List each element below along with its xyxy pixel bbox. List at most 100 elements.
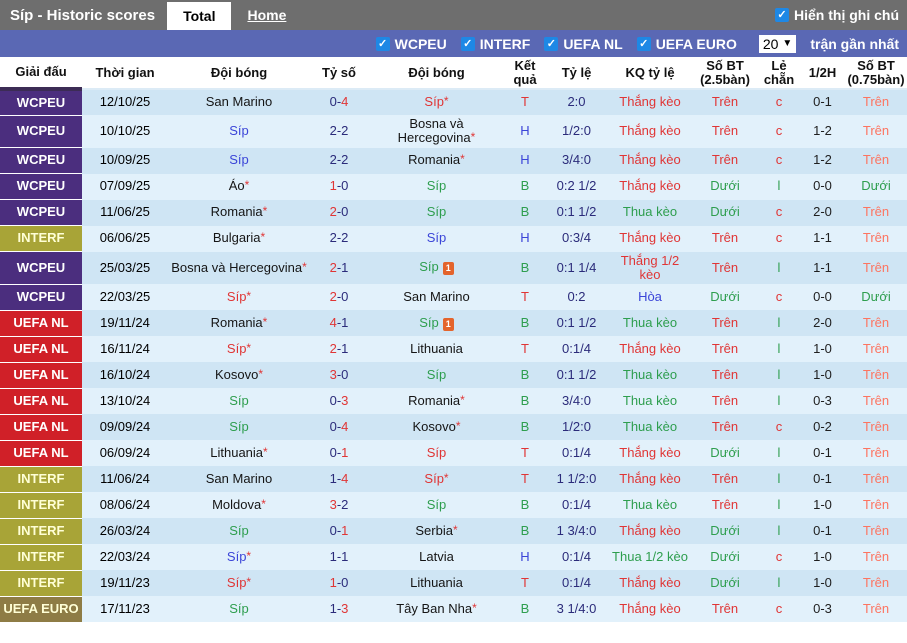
result-cell: B xyxy=(505,200,545,226)
odd-even-cell: l xyxy=(758,466,800,492)
header-half-score[interactable]: 1/2H xyxy=(800,57,845,89)
header-odd-even[interactable]: Lẻ chẵn xyxy=(758,57,800,89)
header-away-team[interactable]: Đội bóng xyxy=(368,57,505,89)
league-cell: UEFA NL xyxy=(0,336,82,362)
score-away: 0 xyxy=(341,178,348,193)
away-team-cell: Síp xyxy=(368,174,505,200)
odd-even-cell: l xyxy=(758,174,800,200)
half-score-cell: 0-0 xyxy=(800,174,845,200)
away-team-cell: Lithuania xyxy=(368,336,505,362)
home-team-cell: Kosovo* xyxy=(168,362,310,388)
result-cell: B xyxy=(505,362,545,388)
goals075-cell: Trên xyxy=(845,414,907,440)
header-result[interactable]: Kết quả xyxy=(505,57,545,89)
home-team-cell: Bosna và Hercegovina* xyxy=(168,252,310,285)
filter-interf[interactable]: ✓ INTERF xyxy=(461,36,531,52)
odd-even-cell: l xyxy=(758,388,800,414)
header-odds-result[interactable]: KQ tỷ lệ xyxy=(608,57,692,89)
score-away: 4 xyxy=(341,419,348,434)
team-name: Kosovo xyxy=(215,367,258,382)
goals075-cell: Trên xyxy=(845,466,907,492)
tab-home[interactable]: Home xyxy=(231,0,302,30)
odds-result-cell: Thua kèo xyxy=(608,362,692,388)
result-cell: B xyxy=(505,596,545,622)
date-cell: 19/11/24 xyxy=(82,310,168,336)
away-team-cell: Síp xyxy=(368,440,505,466)
favorite-asterisk: * xyxy=(245,178,250,192)
team-name: Síp xyxy=(229,601,249,616)
favorite-asterisk: * xyxy=(471,130,476,144)
tab-total[interactable]: Total xyxy=(167,2,231,30)
team-name: Síp xyxy=(227,289,247,304)
goals075-cell: Trên xyxy=(845,310,907,336)
recent-count-select[interactable]: 20 ▼ xyxy=(759,35,796,53)
score-away: 2 xyxy=(341,230,348,245)
score-away: 0 xyxy=(341,204,348,219)
half-score-cell: 1-0 xyxy=(800,336,845,362)
header-home-team[interactable]: Đội bóng xyxy=(168,57,310,89)
home-team-cell: Síp xyxy=(168,518,310,544)
goals075-cell: Trên xyxy=(845,336,907,362)
score-home: 1 xyxy=(330,601,337,616)
page-title: Síp - Historic scores xyxy=(0,0,167,30)
odd-even-cell: l xyxy=(758,362,800,388)
odds-result-cell: Thắng kèo xyxy=(608,466,692,492)
score-cell: 2-1 xyxy=(310,336,368,362)
filter-uefa-euro[interactable]: ✓ UEFA EURO xyxy=(637,36,737,52)
filter-uefa-nl[interactable]: ✓ UEFA NL xyxy=(544,36,622,52)
odd-even-cell: l xyxy=(758,492,800,518)
odd-even-cell: c xyxy=(758,226,800,252)
show-notes-checkbox-icon[interactable]: ✓ xyxy=(775,8,789,22)
favorite-asterisk: * xyxy=(460,393,465,407)
date-cell: 25/03/25 xyxy=(82,252,168,285)
score-home: 4 xyxy=(330,315,337,330)
home-team-cell: San Marino xyxy=(168,89,310,115)
favorite-asterisk: * xyxy=(246,341,251,355)
score-home: 1 xyxy=(330,471,337,486)
table-body: WCPEU 12/10/25 San Marino 0-4 Síp* T 2:0… xyxy=(0,89,907,622)
filter-label: UEFA NL xyxy=(563,36,622,52)
historic-scores-table: Giải đấu Thời gian Đội bóng Tỷ số Đội bó… xyxy=(0,57,907,623)
header-goals-25[interactable]: Số BT (2.5bàn) xyxy=(692,57,758,89)
team-name: Síp xyxy=(229,523,249,538)
home-team-cell: Áo* xyxy=(168,174,310,200)
header-date[interactable]: Thời gian xyxy=(82,57,168,89)
result-cell: H xyxy=(505,148,545,174)
filter-wcpeu[interactable]: ✓ WCPEU xyxy=(376,36,447,52)
team-name: Síp xyxy=(427,230,447,245)
header-goals-075[interactable]: Số BT (0.75bàn) xyxy=(845,57,907,89)
score-cell: 0-3 xyxy=(310,388,368,414)
odds-cell: 0:1/4 xyxy=(545,336,608,362)
home-team-cell: Síp* xyxy=(168,336,310,362)
away-team-cell: Romania* xyxy=(368,148,505,174)
goals075-cell: Trên xyxy=(845,362,907,388)
score-home: 0 xyxy=(330,419,337,434)
home-team-cell: Síp xyxy=(168,148,310,174)
odd-even-cell: l xyxy=(758,570,800,596)
header-league[interactable]: Giải đấu xyxy=(0,57,82,89)
odds-cell: 1/2:0 xyxy=(545,414,608,440)
half-score-cell: 1-1 xyxy=(800,226,845,252)
header-odds[interactable]: Tỷ lệ xyxy=(545,57,608,89)
dropdown-arrow-icon: ▼ xyxy=(782,38,792,49)
odds-result-cell: Thắng kèo xyxy=(608,115,692,148)
odds-cell: 1 3/4:0 xyxy=(545,518,608,544)
odds-result-cell: Thua kèo xyxy=(608,310,692,336)
result-cell: H xyxy=(505,226,545,252)
home-team-cell: Síp xyxy=(168,115,310,148)
table-row: WCPEU 12/10/25 San Marino 0-4 Síp* T 2:0… xyxy=(0,89,907,115)
league-cell: UEFA NL xyxy=(0,310,82,336)
odd-even-cell: c xyxy=(758,148,800,174)
date-cell: 17/11/23 xyxy=(82,596,168,622)
odd-even-cell: c xyxy=(758,544,800,570)
team-name: Síp xyxy=(419,259,439,274)
team-name: Romania xyxy=(211,315,263,330)
goals25-cell: Trên xyxy=(692,336,758,362)
header-score[interactable]: Tỷ số xyxy=(310,57,368,89)
result-cell: H xyxy=(505,115,545,148)
score-cell: 2-0 xyxy=(310,284,368,310)
away-team-cell: Síp xyxy=(368,226,505,252)
team-name: Síp xyxy=(227,341,247,356)
odds-cell: 3/4:0 xyxy=(545,148,608,174)
home-team-cell: San Marino xyxy=(168,466,310,492)
